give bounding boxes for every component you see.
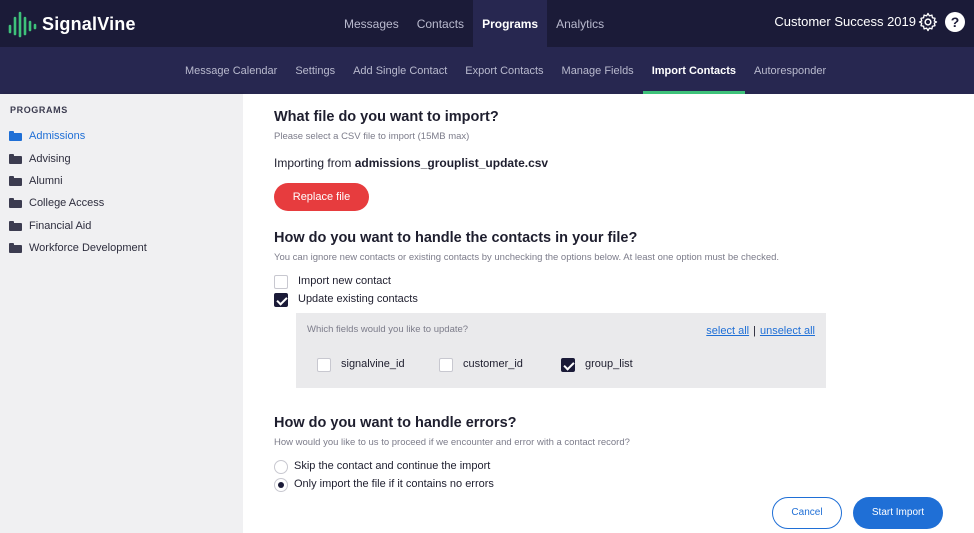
import-filename: admissions_grouplist_update.csv [354, 156, 549, 170]
no-errors-only-label: Only import the file if it contains no e… [294, 478, 494, 490]
topnav-programs[interactable]: Programs [473, 0, 548, 47]
sidebar-item-label: Alumni [29, 174, 63, 187]
skip-contact-label: Skip the contact and continue the import [294, 460, 491, 472]
subnav-export-contacts[interactable]: Export Contacts [456, 47, 552, 94]
field-group-list-checkbox[interactable] [561, 358, 575, 372]
subnav-message-calendar[interactable]: Message Calendar [176, 47, 286, 94]
sidebar-item-label: Workforce Development [29, 242, 147, 255]
topnav-contacts[interactable]: Contacts [408, 0, 473, 47]
contacts-section-title: How do you want to handle the contacts i… [274, 230, 638, 246]
signal-wave-icon [8, 11, 37, 38]
sidebar-item-label: Financial Aid [29, 219, 92, 232]
field-group-list-label: group_list [585, 358, 633, 370]
program-list: Admissions Advising Alumni College Acces… [9, 125, 147, 259]
unselect-all-link[interactable]: unselect all [760, 325, 815, 337]
start-import-button[interactable]: Start Import [853, 497, 943, 529]
subnav-settings[interactable]: Settings [286, 47, 344, 94]
subnav-add-single-contact[interactable]: Add Single Contact [344, 47, 456, 94]
sidebar-item-admissions[interactable]: Admissions [9, 125, 147, 147]
sidebar-item-college-access[interactable]: College Access [9, 192, 147, 214]
link-separator: | [753, 325, 756, 337]
folder-icon [9, 131, 22, 142]
importing-prefix: Importing from [274, 156, 355, 170]
field-signalvine-id-checkbox[interactable] [317, 358, 331, 372]
folder-icon [9, 220, 22, 231]
field-signalvine-id-label: signalvine_id [341, 358, 405, 370]
subnav-autoresponder[interactable]: Autoresponder [745, 47, 835, 94]
sidebar-item-workforce-development[interactable]: Workforce Development [9, 237, 147, 259]
field-customer-id-checkbox[interactable] [439, 358, 453, 372]
import-new-contact-label: Import new contact [298, 275, 391, 287]
cancel-button[interactable]: Cancel [772, 497, 842, 529]
programs-sidebar: PROGRAMS Admissions Advising Alumni Coll… [0, 94, 243, 533]
sidebar-item-label: Admissions [29, 130, 86, 143]
sidebar-item-label: College Access [29, 197, 105, 210]
folder-icon [9, 243, 22, 254]
select-links: select all | unselect all [706, 325, 815, 337]
skip-contact-radio[interactable] [274, 460, 288, 474]
errors-section-title: How do you want to handle errors? [274, 415, 517, 431]
contacts-section-hint: You can ignore new contacts or existing … [274, 252, 780, 263]
topnav-analytics[interactable]: Analytics [547, 0, 613, 47]
gear-icon[interactable] [918, 12, 938, 32]
field-customer-id-label: customer_id [463, 358, 523, 370]
importing-from-line: Importing from admissions_grouplist_upda… [274, 156, 548, 170]
fields-question: Which fields would you like to update? [307, 324, 469, 335]
replace-file-button[interactable]: Replace file [274, 183, 369, 211]
sub-nav: Message Calendar Settings Add Single Con… [176, 47, 835, 94]
update-existing-contacts-label: Update existing contacts [298, 293, 418, 305]
import-contacts-panel: What file do you want to import? Please … [243, 94, 974, 533]
signalvine-logo[interactable]: SignalVine [8, 9, 136, 39]
file-section-hint: Please select a CSV file to import (15MB… [274, 131, 470, 142]
top-nav: Messages Contacts Programs Analytics [335, 0, 613, 47]
folder-icon [9, 175, 22, 186]
sidebar-item-financial-aid[interactable]: Financial Aid [9, 215, 147, 237]
account-name[interactable]: Customer Success 2019 [774, 14, 916, 29]
top-bar: SignalVine Messages Contacts Programs An… [0, 0, 974, 47]
sidebar-heading: PROGRAMS [10, 105, 68, 115]
import-new-contact-checkbox[interactable] [274, 275, 288, 289]
sidebar-item-alumni[interactable]: Alumni [9, 170, 147, 192]
errors-section-hint: How would you like to us to proceed if w… [274, 437, 630, 448]
subnav-manage-fields[interactable]: Manage Fields [553, 47, 643, 94]
no-errors-only-radio[interactable] [274, 478, 288, 492]
file-section-title: What file do you want to import? [274, 109, 499, 125]
update-existing-contacts-checkbox[interactable] [274, 293, 288, 307]
folder-icon [9, 153, 22, 164]
folder-icon [9, 198, 22, 209]
update-fields-panel: Which fields would you like to update? s… [296, 313, 826, 388]
topnav-messages[interactable]: Messages [335, 0, 408, 47]
subnav-import-contacts[interactable]: Import Contacts [642, 47, 746, 94]
sidebar-item-advising[interactable]: Advising [9, 147, 147, 169]
select-all-link[interactable]: select all [706, 325, 749, 337]
sub-nav-bar: Message Calendar Settings Add Single Con… [0, 47, 974, 94]
brand-name: SignalVine [42, 13, 136, 34]
help-icon[interactable]: ? [945, 12, 965, 32]
sidebar-item-label: Advising [29, 152, 71, 165]
